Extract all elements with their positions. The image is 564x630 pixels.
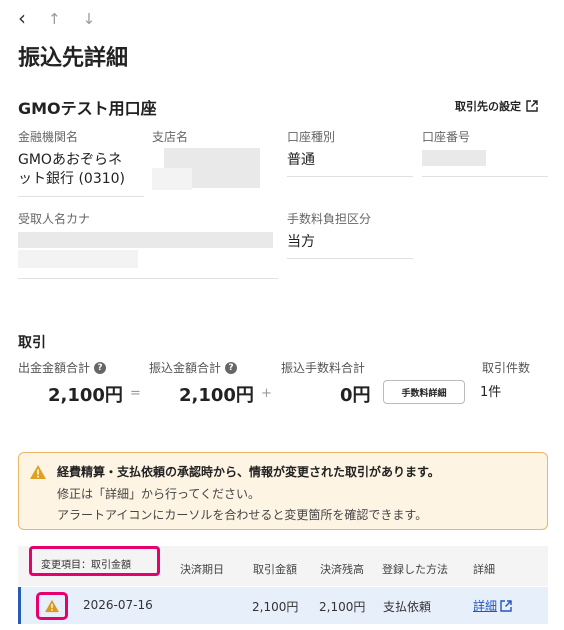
account-type-value: 普通 — [287, 152, 315, 168]
payout-total-value: 2,100円 — [48, 385, 123, 406]
branch-field: 支店名 — [152, 128, 278, 198]
account-name: GMOテスト用口座 — [18, 99, 157, 118]
transfer-total-label-text: 振込金額合計 — [149, 361, 222, 375]
fee-bearer-value: 当方 — [287, 234, 315, 250]
payout-total-label-text: 出金金額合計 — [18, 361, 91, 375]
transfer-total-label: 振込金額合計 ? — [149, 359, 238, 376]
fee-total-label: 振込手数料合計 — [281, 359, 365, 376]
external-link-icon — [500, 599, 512, 612]
change-item-label: 変更項目：取引金額 — [41, 560, 131, 571]
alert-line3: アラートアイコンにカーソルを合わせると変更箇所を確認できます。 — [57, 508, 428, 522]
warning-icon — [30, 465, 46, 479]
bank-name-field: 金融機関名 GMOあおぞらネ ット銀行 (0310) — [18, 128, 144, 198]
fee-bearer-field: 手数料負担区分 当方 — [287, 210, 413, 260]
warning-icon — [45, 599, 59, 613]
plus-sign: + — [261, 386, 272, 401]
transactions-title: 取引 — [18, 335, 46, 351]
equals-sign: = — [130, 386, 141, 401]
change-alert: 経費精算・支払依頼の承認時から、情報が変更された取引があります。 修正は「詳細」… — [18, 452, 548, 530]
row-date: 2026-07-16 — [83, 598, 153, 612]
account-type-field: 口座種別 普通 — [287, 128, 413, 178]
bank-name-value: GMOあおぞらネ ット銀行 (0310) — [18, 151, 144, 189]
payout-total-label: 出金金額合計 ? — [18, 359, 107, 376]
branch-label: 支店名 — [152, 130, 189, 144]
bank-name-line2: ット銀行 (0310) — [18, 171, 126, 187]
change-item-tooltip: 変更項目：取引金額 — [29, 546, 160, 576]
row-detail-label: 詳細 — [473, 599, 498, 613]
help-icon[interactable]: ? — [225, 361, 238, 374]
account-type-label: 口座種別 — [287, 130, 336, 144]
row-alert-button[interactable] — [36, 592, 68, 620]
recipient-kana-field: 受取人名カナ — [18, 210, 278, 280]
divider — [287, 176, 413, 177]
account-number-field: 口座番号 — [422, 128, 548, 178]
header-balance[interactable]: 決済残高 — [320, 561, 364, 577]
recipient-kana-redacted-2 — [18, 250, 138, 268]
count-value: 1件 — [480, 385, 502, 400]
fee-detail-button[interactable]: 手数料詳細 — [383, 380, 465, 404]
divider — [287, 258, 413, 259]
count-label: 取引件数 — [482, 359, 530, 376]
header-detail: 詳細 — [473, 563, 495, 576]
external-link-icon — [526, 100, 538, 112]
back-icon[interactable]: ‹ — [18, 8, 26, 28]
alert-title: 経費精算・支払依頼の承認時から、情報が変更された取引があります。 — [57, 465, 440, 479]
divider — [422, 176, 548, 177]
header-amount[interactable]: 取引金額 — [253, 561, 297, 577]
alert-line2: 修正は「詳細」から行ってください。 — [57, 487, 261, 501]
count-label-text: 取引件数 — [482, 361, 531, 375]
row-detail-link[interactable]: 詳細 — [473, 597, 512, 614]
row-amount: 2,100円 — [252, 600, 299, 614]
recipient-kana-label: 受取人名カナ — [18, 212, 91, 226]
arrow-up-icon[interactable]: ↑ — [48, 10, 61, 28]
account-number-redacted — [422, 150, 486, 166]
branch-value-redacted-2 — [152, 168, 192, 190]
transfer-total-value: 2,100円 — [179, 385, 254, 406]
header-method[interactable]: 登録した方法 — [382, 561, 448, 577]
row-balance: 2,100円 — [319, 600, 366, 614]
bank-name-line1: GMOあおぞらネ — [18, 152, 122, 168]
fee-total-value: 0円 — [340, 385, 371, 406]
bank-name-label: 金融機関名 — [18, 130, 79, 144]
settings-link-label: 取引先の設定 — [455, 100, 521, 113]
arrow-down-icon[interactable]: ↓ — [83, 10, 96, 28]
partner-settings-link[interactable]: 取引先の設定 — [455, 98, 538, 114]
fee-bearer-label: 手数料負担区分 — [287, 212, 372, 226]
divider — [18, 196, 144, 197]
row-method: 支払依頼 — [383, 600, 432, 614]
fee-total-label-text: 振込手数料合計 — [281, 361, 366, 375]
account-number-label: 口座番号 — [422, 130, 471, 144]
page-title: 振込先詳細 — [18, 46, 129, 71]
nav-bar: ‹ ↑ ↓ — [18, 8, 96, 28]
header-due-date[interactable]: 決済期日 — [180, 561, 224, 577]
recipient-kana-redacted — [18, 232, 273, 248]
help-icon[interactable]: ? — [94, 361, 107, 374]
divider — [18, 278, 278, 279]
